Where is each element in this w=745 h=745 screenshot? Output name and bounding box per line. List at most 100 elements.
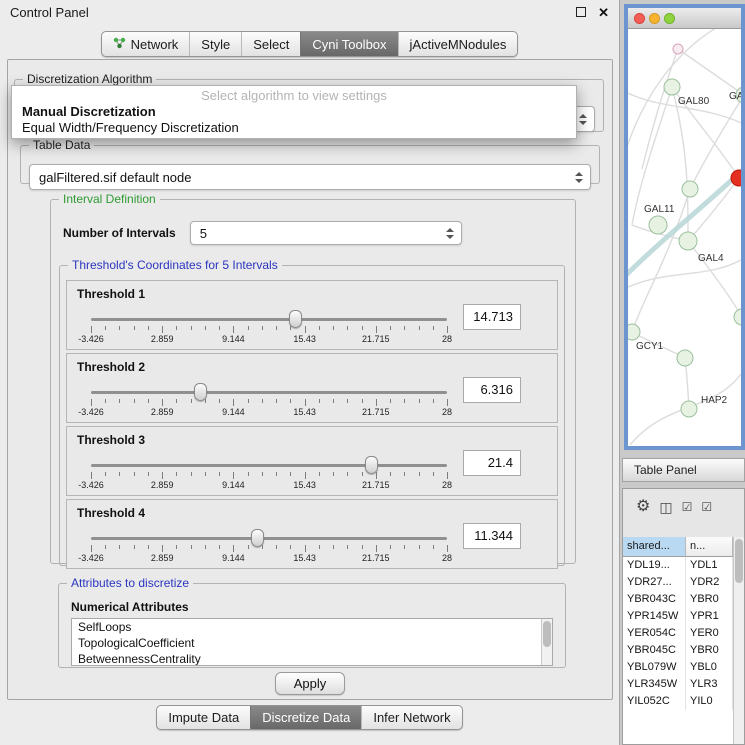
slider-tick-labels: -3.4262.8599.14415.4321.71528 <box>91 553 447 563</box>
numerical-attributes-list[interactable]: SelfLoopsTopologicalCoefficientBetweenne… <box>71 618 553 666</box>
table-row[interactable]: YBL079WYBL0 <box>623 659 733 676</box>
network-node[interactable] <box>734 309 741 325</box>
table-row[interactable]: YDL19...YDL1 <box>623 557 733 574</box>
table-cell: YBR043C <box>623 591 686 608</box>
dropdown-option-manual-discretization[interactable]: Manual Discretization <box>12 104 576 120</box>
tab-select[interactable]: Select <box>241 32 300 56</box>
network-node-label: HAP2 <box>701 395 728 406</box>
table-row[interactable]: YIL052CYIL0 <box>623 693 733 710</box>
table-row[interactable]: YDR27...YDR2 <box>623 574 733 591</box>
network-view-window[interactable]: GAL80GAGAL11GAL4GCY1HAP2 <box>624 4 745 450</box>
tab-network[interactable]: Network <box>102 32 190 56</box>
dropdown-option-equal-width-frequency-discretization[interactable]: Equal Width/Frequency Discretization <box>12 120 576 136</box>
tab-impute-data[interactable]: Impute Data <box>157 706 250 729</box>
network-node-label: GA <box>729 91 741 102</box>
threshold-slider-track[interactable] <box>91 318 447 321</box>
table-cell: YPR1 <box>686 608 733 625</box>
tab-style[interactable]: Style <box>189 32 241 56</box>
network-node-label: GAL80 <box>678 96 710 107</box>
table-scrollbar[interactable] <box>733 537 744 744</box>
threshold-label: Threshold 4 <box>77 506 145 520</box>
network-canvas[interactable]: GAL80GAGAL11GAL4GCY1HAP2 <box>628 29 741 445</box>
select-none-checkbox-icon[interactable]: ☑ <box>701 501 712 513</box>
tab-label: Infer Network <box>373 710 450 725</box>
columns-icon[interactable]: ◫ <box>659 500 672 514</box>
column-header[interactable]: n... <box>686 537 733 557</box>
slider-ticks <box>91 545 447 552</box>
network-window-titlebar[interactable] <box>628 8 741 29</box>
table-panel-window: ⚙ ◫ ☑ ☑ shared...n... YDL19...YDL1YDR27.… <box>622 488 745 745</box>
attributes-to-discretize-group: Attributes to discretize Numerical Attri… <box>58 576 566 668</box>
combo-arrows-icon <box>446 228 454 239</box>
interval-definition-group: Interval Definition Number of Intervals … <box>50 192 576 564</box>
network-node[interactable] <box>677 350 693 366</box>
thresholds-group-title: Threshold's Coordinates for 5 Intervals <box>68 258 282 272</box>
threshold-label: Threshold 3 <box>77 433 145 447</box>
apply-button[interactable]: Apply <box>275 672 346 695</box>
gear-icon[interactable]: ⚙ <box>636 499 650 515</box>
attributes-scrollbar-thumb[interactable] <box>543 621 551 647</box>
table-data-combo[interactable]: galFiltered.sif default node <box>29 164 591 190</box>
threshold-value-field[interactable]: 21.4 <box>463 450 521 476</box>
slider-ticks <box>91 399 447 406</box>
float-window-icon[interactable] <box>576 7 586 17</box>
threshold-value-field[interactable]: 11.344 <box>463 523 521 549</box>
network-node[interactable] <box>628 324 640 340</box>
threshold-value-field[interactable]: 6.316 <box>463 377 521 403</box>
close-window-icon[interactable]: ✕ <box>598 6 609 19</box>
table-row[interactable]: YBR043CYBR0 <box>623 591 733 608</box>
table-cell: YDL19... <box>623 557 686 574</box>
number-of-intervals-combo[interactable]: 5 <box>190 221 462 245</box>
network-node[interactable] <box>649 216 667 234</box>
attribute-item[interactable]: TopologicalCoefficient <box>72 635 552 651</box>
tab-label: Impute Data <box>168 710 239 725</box>
bottom-tab-segment: Impute Data Discretize Data Infer Network <box>156 705 462 730</box>
column-header[interactable]: shared... <box>623 537 686 557</box>
slider-ticks <box>91 472 447 479</box>
tab-discretize-data[interactable]: Discretize Data <box>250 706 361 729</box>
table-row[interactable]: YLR345WYLR3 <box>623 676 733 693</box>
close-traffic-light-icon[interactable] <box>634 13 645 24</box>
tab-jactivemnodules[interactable]: jActiveMNodules <box>398 32 518 56</box>
network-node[interactable] <box>731 170 741 186</box>
attribute-item[interactable]: BetweennessCentrality <box>72 651 552 666</box>
highlighted-edge[interactable] <box>628 165 741 281</box>
threshold-row: Threshold 2-3.4262.8599.14415.4321.71528… <box>66 353 558 423</box>
table-cell: YER054C <box>623 625 686 642</box>
top-tab-bar: NetworkStyle Select Cyni ToolboxjActiveMNo… <box>0 31 619 57</box>
tab-label: Select <box>253 37 289 52</box>
minimize-traffic-light-icon[interactable] <box>649 13 660 24</box>
combo-arrows-icon <box>575 172 583 183</box>
network-node[interactable] <box>681 401 697 417</box>
network-icon <box>113 36 126 52</box>
network-node[interactable] <box>679 232 697 250</box>
network-node[interactable] <box>682 181 698 197</box>
attribute-item[interactable]: SelfLoops <box>72 619 552 635</box>
table-data-combo-value: galFiltered.sif default node <box>39 170 569 185</box>
number-of-intervals-label: Number of Intervals <box>63 226 176 240</box>
table-row[interactable]: YBR045CYBR0 <box>623 642 733 659</box>
table-scrollbar-thumb[interactable] <box>735 539 743 583</box>
tab-infer-network[interactable]: Infer Network <box>361 706 461 729</box>
table-panel-header[interactable]: Table Panel <box>622 458 745 482</box>
tab-label: Discretize Data <box>262 710 350 725</box>
threshold-slider-track[interactable] <box>91 391 447 394</box>
dropdown-placeholder-option[interactable]: Select algorithm to view settings <box>12 88 576 104</box>
network-node[interactable] <box>673 44 683 54</box>
threshold-slider-track[interactable] <box>91 537 447 540</box>
table-toolbar: ⚙ ◫ ☑ ☑ <box>623 491 744 523</box>
table-cell: YER0 <box>686 625 733 642</box>
attributes-scrollbar[interactable] <box>541 619 552 665</box>
apply-row: Apply <box>8 672 612 695</box>
attributes-group-title: Attributes to discretize <box>67 576 193 590</box>
node-table: shared...n... YDL19...YDL1YDR27...YDR2YB… <box>623 537 733 744</box>
network-node[interactable] <box>664 79 680 95</box>
table-row[interactable]: YER054CYER0 <box>623 625 733 642</box>
threshold-slider-track[interactable] <box>91 464 447 467</box>
threshold-value-field[interactable]: 14.713 <box>463 304 521 330</box>
zoom-traffic-light-icon[interactable] <box>664 13 675 24</box>
network-node-label: GAL11 <box>644 204 675 215</box>
select-all-checkbox-icon[interactable]: ☑ <box>682 501 693 513</box>
tab-cyni-toolbox[interactable]: Cyni Toolbox <box>300 32 397 56</box>
table-row[interactable]: YPR145WYPR1 <box>623 608 733 625</box>
